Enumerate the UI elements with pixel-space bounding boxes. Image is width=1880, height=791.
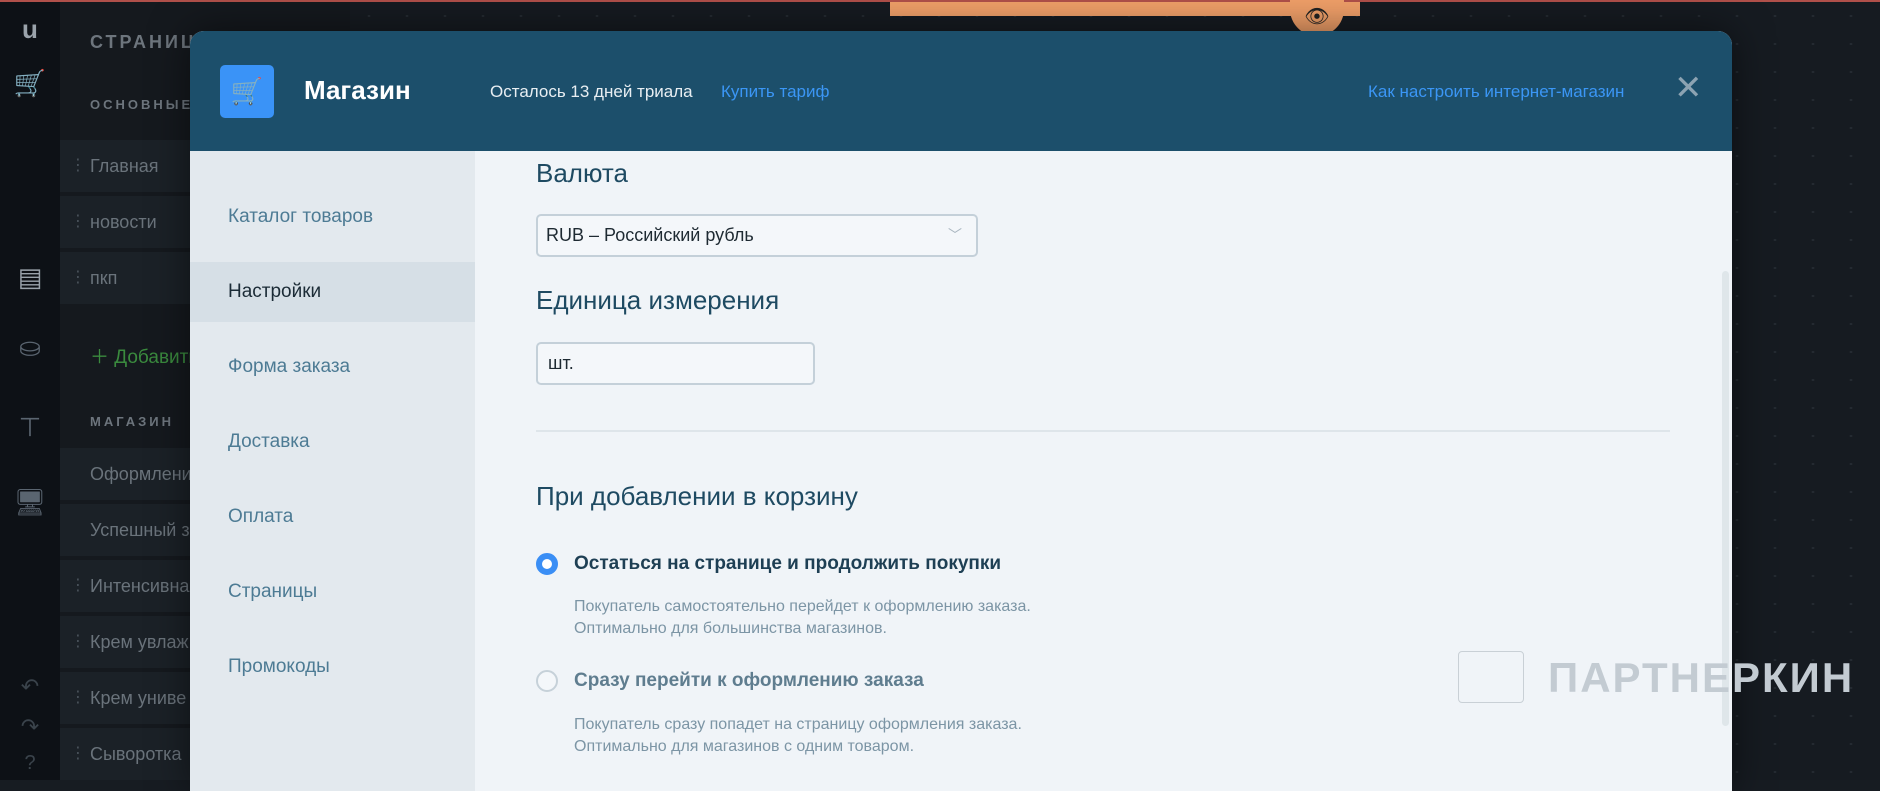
shop-bag-icon[interactable]: ⛀: [0, 332, 60, 363]
nav-pages[interactable]: Страницы: [190, 562, 475, 622]
page-label: Успешный з: [90, 520, 190, 540]
unit-input[interactable]: [536, 342, 815, 385]
buy-plan-link[interactable]: Купить тариф: [721, 82, 829, 102]
close-icon[interactable]: ✕: [1674, 71, 1703, 105]
drag-handle-icon[interactable]: ⋮: [70, 616, 86, 668]
paint-roller-icon[interactable]: ⊤: [0, 412, 60, 443]
nav-settings[interactable]: Настройки: [190, 262, 475, 322]
currency-select[interactable]: RUB – Российский рубль ﹀: [536, 214, 978, 257]
pages-icon[interactable]: ▤: [0, 262, 60, 293]
section-shop: МАГАЗИН: [90, 414, 175, 429]
nav-order-form[interactable]: Форма заказа: [190, 337, 475, 397]
add-page-button[interactable]: ＋ Добавить: [90, 342, 198, 369]
page-label: пкп: [90, 268, 118, 288]
settings-content: Валюта RUB – Российский рубль ﹀ Единица и…: [475, 151, 1732, 791]
trial-status: Осталось 13 дней триала: [490, 82, 693, 101]
option-desc: Оптимально для большинства магазинов.: [574, 620, 887, 637]
page-label: Главная: [90, 156, 159, 176]
drag-handle-icon[interactable]: ⋮: [70, 560, 86, 612]
option-label[interactable]: Сразу перейти к оформлению заказа: [574, 670, 924, 692]
currency-value: RUB – Российский рубль: [546, 225, 754, 245]
drag-handle-icon[interactable]: ⋮: [70, 196, 86, 248]
redo-icon[interactable]: ↷: [0, 714, 60, 740]
modal-header: 🛒 Магазин Осталось 13 дней триала Купить…: [190, 31, 1732, 151]
option-label[interactable]: Остаться на странице и продолжить покупк…: [574, 553, 1001, 575]
help-link[interactable]: Как настроить интернет-магазин: [1368, 82, 1624, 102]
watermark-logo-icon: [1458, 651, 1524, 703]
page-label: Крем униве: [90, 688, 187, 708]
editor-icon-bar: u 🛒 ▤ ⛀ ⊤ 🖥 ↶ ↷ ?: [0, 2, 60, 780]
add-page-label: Добавить: [114, 347, 199, 368]
option-desc: Покупатель самостоятельно перейдет к офо…: [574, 598, 1031, 615]
option-desc: Оптимально для магазинов с одним товаром…: [574, 738, 915, 755]
drag-handle-icon[interactable]: ⋮: [70, 252, 86, 304]
radio-stay-on-page[interactable]: [536, 553, 558, 575]
currency-label: Валюта: [536, 158, 628, 188]
unit-label: Единица измерения: [536, 285, 780, 315]
cart-behavior-heading: При добавлении в корзину: [536, 481, 858, 511]
help-icon[interactable]: ?: [0, 752, 60, 775]
radio-go-to-checkout[interactable]: [536, 670, 558, 692]
page-label: новости: [90, 212, 157, 232]
nav-catalog[interactable]: Каталог товаров: [190, 187, 475, 247]
section-main: ОСНОВНЫЕ: [90, 97, 194, 112]
cart-icon[interactable]: 🛒: [0, 68, 60, 99]
nav-payment[interactable]: Оплата: [190, 487, 475, 547]
page-label: Крем увлаж: [90, 632, 189, 652]
option-desc: Покупатель сразу попадет на страницу офо…: [574, 716, 1022, 733]
page-label: Сыворотка: [90, 744, 182, 764]
modal-title: Магазин: [304, 75, 411, 105]
chevron-down-icon: ﹀: [948, 227, 962, 243]
logo: u: [22, 14, 38, 44]
page-label: Оформление: [90, 464, 202, 484]
cart-icon: 🛒: [220, 65, 274, 118]
drag-handle-icon[interactable]: ⋮: [70, 672, 86, 724]
drag-handle-icon[interactable]: ⋮: [70, 728, 86, 780]
nav-delivery[interactable]: Доставка: [190, 412, 475, 472]
divider: [536, 430, 1670, 432]
watermark: ПАРТНЕРКИН: [1548, 654, 1855, 701]
page-label: Интенсивная: [90, 576, 200, 596]
modal-nav: Каталог товаров Настройки Форма заказа Д…: [190, 151, 475, 791]
devices-icon[interactable]: 🖥: [0, 487, 60, 518]
nav-promocodes[interactable]: Промокоды: [190, 637, 475, 697]
drag-handle-icon[interactable]: ⋮: [70, 140, 86, 192]
undo-icon[interactable]: ↶: [0, 674, 60, 700]
